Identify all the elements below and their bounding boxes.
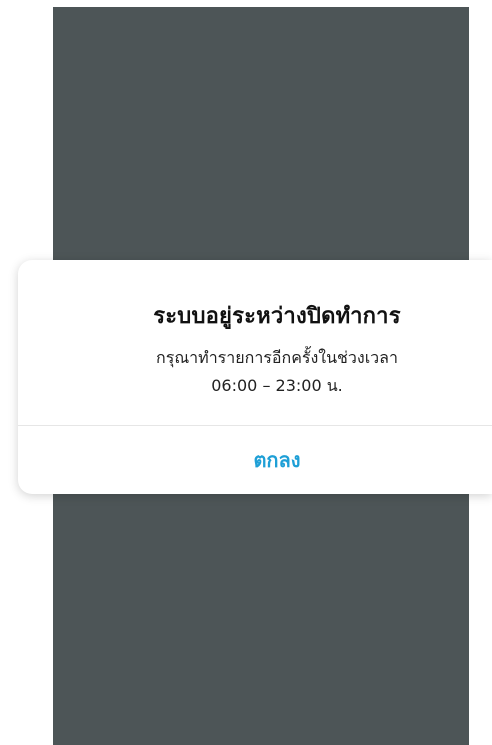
alert-message-hours: 06:00 – 23:00 น. [211,376,343,395]
alert-message: กรุณาทำรายการอีกครั้งในช่วงเวลา 06:00 – … [18,344,492,400]
closed-hours-alert-dialog: ระบบอยู่ระหว่างปิดทำการ กรุณาทำรายการอีก… [18,260,492,494]
alert-message-line-1: กรุณาทำรายการอีกครั้งในช่วงเวลา [156,348,398,367]
ok-button[interactable]: ตกลง [18,426,492,494]
alert-title: ระบบอยู่ระหว่างปิดทำการ [153,304,401,329]
app-screen: ระบบอยู่ระหว่างปิดทำการ กรุณาทำรายการอีก… [0,0,492,745]
